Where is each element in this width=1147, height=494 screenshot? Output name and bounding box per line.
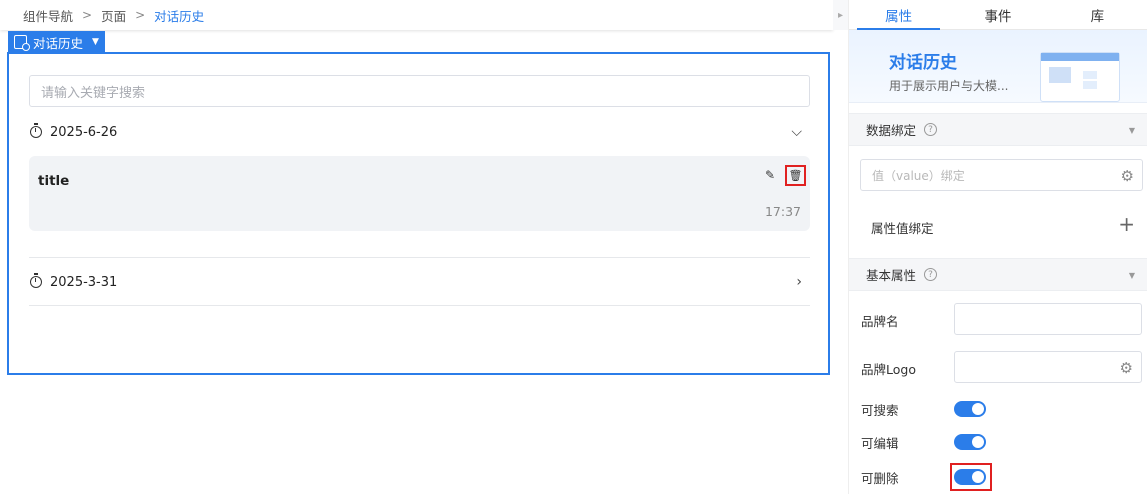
component-illustration <box>1040 52 1120 102</box>
tab-library[interactable]: 库 <box>1048 0 1147 29</box>
component-banner: 对话历史 用于展示用户与大模... <box>849 30 1147 103</box>
chat-history-component[interactable]: 请输入关键字搜索 2025-6-26 ⌵ title ✎ 🗑 17:37 202… <box>7 52 830 375</box>
breadcrumb-item-components[interactable]: 组件导航 <box>23 6 73 25</box>
section-header-basic[interactable]: 基本属性 ? ▼ <box>849 258 1147 291</box>
component-tag-label: 对话历史 <box>33 35 84 51</box>
section-header-data-binding[interactable]: 数据绑定 ? ▼ <box>849 113 1147 146</box>
chevron-right-icon: ▸ <box>837 9 844 21</box>
deletable-label: 可删除 <box>861 471 899 486</box>
component-tag[interactable]: 对话历史 ▼ <box>8 31 105 53</box>
history-item-time: 17:37 <box>764 204 801 219</box>
brand-name-label: 品牌名 <box>861 314 899 329</box>
editable-label: 可编辑 <box>861 436 899 451</box>
searchable-switch[interactable] <box>954 401 986 417</box>
design-canvas: 组件导航 > 页面 > 对话历史 ▸ 对话历史 ▼ 请输入关键字搜索 2025-… <box>0 0 848 494</box>
date-group-header[interactable]: 2025-3-31 › <box>29 258 810 306</box>
search-input[interactable]: 请输入关键字搜索 <box>29 75 810 107</box>
search-placeholder: 请输入关键字搜索 <box>41 85 146 101</box>
attr-binding-label: 属性值绑定 <box>871 221 934 236</box>
group-date: 2025-3-31 <box>50 274 118 290</box>
tab-events[interactable]: 事件 <box>948 0 1047 29</box>
chevron-down-icon[interactable]: ⌵ <box>791 124 802 140</box>
banner-description: 用于展示用户与大模... <box>889 79 1009 93</box>
brand-name-input[interactable] <box>954 303 1142 335</box>
date-group-header[interactable]: 2025-6-26 ⌵ <box>29 108 810 156</box>
section-title: 基本属性 <box>866 268 917 283</box>
stopwatch-icon <box>30 123 42 138</box>
caret-down-icon[interactable]: ▼ <box>92 37 99 47</box>
history-item-title: title <box>38 173 70 189</box>
tab-properties[interactable]: 属性 <box>849 0 948 30</box>
group-date: 2025-6-26 <box>50 124 118 140</box>
history-item[interactable]: title ✎ 🗑 17:37 <box>29 156 810 231</box>
help-icon[interactable]: ? <box>924 268 938 281</box>
gear-icon[interactable]: ⚙ <box>1120 359 1133 377</box>
panel-tabs: 属性 事件 库 <box>849 0 1147 30</box>
breadcrumb-item-page[interactable]: 页面 <box>101 6 126 25</box>
breadcrumb: 组件导航 > 页面 > 对话历史 <box>0 0 833 30</box>
value-binding-placeholder: 值（value）绑定 <box>872 168 965 183</box>
breadcrumb-current: 对话历史 <box>154 8 205 24</box>
value-binding-input[interactable]: 值（value）绑定 ⚙ <box>860 159 1143 191</box>
properties-panel: 属性 事件 库 对话历史 用于展示用户与大模... 数据绑定 ? ▼ 值（val… <box>848 0 1147 494</box>
divider <box>29 305 810 306</box>
chevron-right-icon[interactable]: › <box>796 274 802 290</box>
chevron-right-icon: > <box>135 8 146 22</box>
panel-collapse-button[interactable]: ▸ <box>833 0 848 30</box>
editable-switch[interactable] <box>954 434 986 450</box>
highlight-box <box>950 463 992 491</box>
banner-title: 对话历史 <box>889 53 957 73</box>
section-title: 数据绑定 <box>866 123 917 138</box>
caret-down-icon[interactable]: ▼ <box>1129 271 1135 280</box>
stopwatch-icon <box>30 273 42 288</box>
brand-logo-input[interactable]: ⚙ <box>954 351 1142 383</box>
searchable-label: 可搜索 <box>861 403 899 418</box>
caret-down-icon[interactable]: ▼ <box>1129 126 1135 135</box>
pencil-icon[interactable]: ✎ <box>765 168 775 182</box>
trash-icon[interactable]: 🗑 <box>785 165 806 186</box>
history-doc-icon <box>14 35 30 51</box>
plus-icon[interactable]: + <box>1118 214 1135 234</box>
brand-logo-label: 品牌Logo <box>861 362 916 377</box>
help-icon[interactable]: ? <box>924 123 938 136</box>
chevron-right-icon: > <box>82 8 93 22</box>
gear-icon[interactable]: ⚙ <box>1121 167 1134 185</box>
